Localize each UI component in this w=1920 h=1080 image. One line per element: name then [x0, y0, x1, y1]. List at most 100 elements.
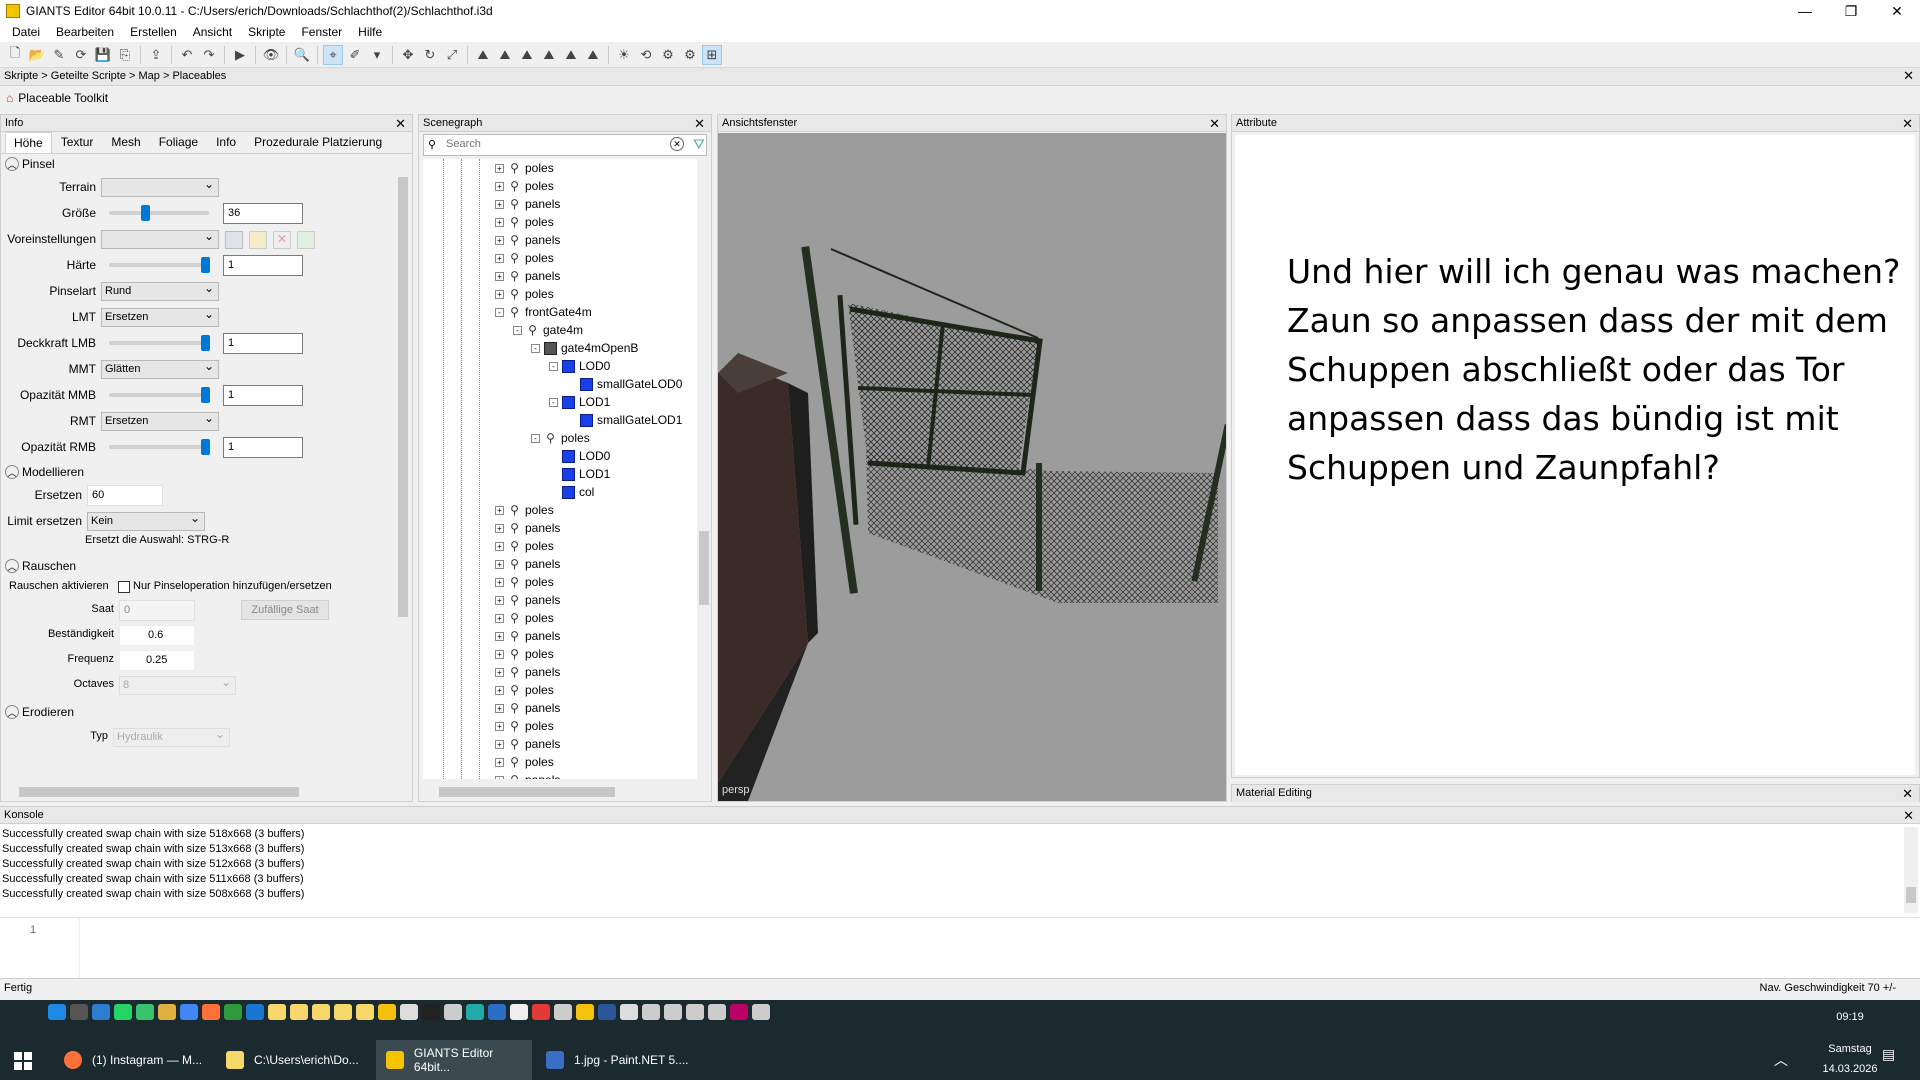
folder-icon[interactable]	[356, 1004, 374, 1020]
close-window-button[interactable]: ✕	[1874, 3, 1920, 20]
folder-icon[interactable]	[334, 1004, 352, 1020]
close-icon[interactable]: ✕	[1902, 786, 1913, 802]
groesse-input[interactable]: 36	[223, 203, 303, 224]
expand-toggle-icon[interactable]: +	[495, 523, 504, 533]
terrain-tool-3-icon[interactable]: ⛰	[517, 45, 537, 65]
tree-item[interactable]: - LOD0	[549, 357, 610, 375]
app-icon[interactable]	[444, 1004, 462, 1020]
console-scrollbar[interactable]	[1904, 827, 1918, 913]
close-icon[interactable]: ✕	[1903, 68, 1914, 84]
whatsapp-icon[interactable]	[114, 1004, 132, 1020]
tree-item[interactable]: + ⚲ panels	[495, 267, 560, 285]
haerte-slider[interactable]	[109, 263, 209, 267]
expand-toggle-icon[interactable]: -	[531, 343, 540, 353]
tree-item[interactable]: + ⚲ panels	[495, 699, 560, 717]
material-editing-title[interactable]: Material Editing	[1236, 787, 1312, 799]
gear-icon[interactable]: ⚙	[680, 45, 700, 65]
tree-item[interactable]: + ⚲ panels	[495, 663, 560, 681]
search-icon[interactable]: 🔍	[292, 45, 312, 65]
terrain-tool-4-icon[interactable]: ⛰	[539, 45, 559, 65]
expand-toggle-icon[interactable]: +	[495, 199, 504, 209]
tree-item[interactable]: + ⚲ panels	[495, 735, 560, 753]
app-icon[interactable]	[664, 1004, 682, 1020]
opazitaet-mmb-slider-thumb[interactable]	[201, 387, 210, 403]
tree-item[interactable]: + ⚲ poles	[495, 249, 554, 267]
close-icon[interactable]: ✕	[694, 116, 705, 132]
expand-toggle-icon[interactable]: +	[495, 559, 504, 569]
expand-toggle-icon[interactable]: +	[495, 721, 504, 731]
groesse-slider-thumb[interactable]	[141, 205, 151, 221]
app-icon[interactable]	[488, 1004, 506, 1020]
limit-ersetzen-select[interactable]: Kein	[87, 511, 205, 531]
opazitaet-mmb-slider[interactable]	[109, 393, 209, 397]
expand-toggle-icon[interactable]: +	[495, 235, 504, 245]
scenegraph-search[interactable]: ⚲ ✕	[423, 134, 707, 156]
app-icon[interactable]	[620, 1004, 638, 1020]
tree-item[interactable]: - LOD1	[549, 393, 610, 411]
notification-icon[interactable]: ▤	[1882, 1046, 1895, 1063]
tree-item[interactable]: + ⚲ panels	[495, 771, 560, 779]
expand-toggle-icon[interactable]: -	[531, 433, 540, 443]
app-icon[interactable]	[642, 1004, 660, 1020]
scenegraph-search-input[interactable]	[446, 138, 666, 150]
app-icon[interactable]	[70, 1004, 88, 1020]
mmt-select[interactable]: Glätten	[101, 359, 219, 379]
deckkraft-slider[interactable]	[109, 341, 209, 345]
expand-toggle-icon[interactable]: +	[495, 739, 504, 749]
close-icon[interactable]: ✕	[1902, 116, 1913, 132]
expand-toggle-icon[interactable]: +	[495, 595, 504, 605]
saat-input[interactable]: 0	[119, 600, 195, 621]
bestaendigkeit-input[interactable]: 0.6	[119, 625, 195, 646]
toolkit-title[interactable]: Placeable Toolkit	[18, 91, 108, 105]
expand-toggle-icon[interactable]: -	[495, 307, 504, 317]
haerte-slider-thumb[interactable]	[201, 257, 210, 273]
app-icon[interactable]	[378, 1004, 396, 1020]
delete-preset-icon[interactable]: ✕	[273, 231, 291, 249]
tree-item[interactable]: + ⚲ poles	[495, 681, 554, 699]
eye-icon[interactable]: 👁	[261, 45, 281, 65]
expand-toggle-icon[interactable]: +	[495, 649, 504, 659]
collapse-icon[interactable]: ︿	[5, 559, 19, 573]
expand-toggle-icon[interactable]: +	[495, 613, 504, 623]
taskbar-item-explorer[interactable]: C:\Users\erich\Do...	[216, 1040, 366, 1080]
lighting-icon[interactable]: ☀	[614, 45, 634, 65]
collapse-icon[interactable]: ︿	[5, 157, 19, 171]
rmt-select[interactable]: Ersetzen	[101, 411, 219, 431]
folder-icon[interactable]	[312, 1004, 330, 1020]
expand-toggle-icon[interactable]: +	[495, 163, 504, 173]
reload-icon[interactable]: ⟲	[636, 45, 656, 65]
app-icon[interactable]	[686, 1004, 704, 1020]
app-icon[interactable]	[576, 1004, 594, 1020]
tree-item[interactable]: + ⚲ poles	[495, 717, 554, 735]
move-icon[interactable]: ✥	[398, 45, 418, 65]
typ-select[interactable]: Hydraulik	[113, 727, 230, 747]
tab-info[interactable]: Info	[207, 131, 245, 153]
app-icon[interactable]	[224, 1004, 242, 1020]
close-icon[interactable]: ✕	[1903, 808, 1914, 824]
select-tool-icon[interactable]: ⌖	[323, 44, 343, 65]
chevron-up-icon[interactable]: ︿	[1774, 1050, 1788, 1070]
tree-item[interactable]: + ⚲ panels	[495, 231, 560, 249]
tab-foliage[interactable]: Foliage	[150, 131, 207, 153]
expand-toggle-icon[interactable]: -	[513, 325, 522, 335]
undo-icon[interactable]: ↶	[177, 45, 197, 65]
opazitaet-rmb-input[interactable]: 1	[223, 437, 303, 458]
minimize-button[interactable]: —	[1782, 3, 1828, 20]
tree-item[interactable]: smallGateLOD1	[567, 411, 682, 429]
folder-icon[interactable]	[268, 1004, 286, 1020]
expand-toggle-icon[interactable]: +	[495, 667, 504, 677]
voreinstellungen-select[interactable]	[101, 229, 219, 249]
scenegraph-horizontal-scrollbar[interactable]	[423, 785, 695, 799]
import-icon[interactable]: ⇪	[146, 45, 166, 65]
filter-icon[interactable]: ⛛	[693, 136, 705, 153]
app-icon[interactable]	[466, 1004, 484, 1020]
save-preset-icon[interactable]	[225, 231, 243, 249]
snap-icon[interactable]: ⊞	[702, 44, 722, 65]
taskbar-item-giants-editor[interactable]: GIANTS Editor 64bit...	[376, 1040, 532, 1080]
firefox-icon[interactable]	[202, 1004, 220, 1020]
expand-toggle-icon[interactable]: +	[495, 289, 504, 299]
tab-hoehe[interactable]: Höhe	[5, 132, 52, 153]
opazitaet-rmb-slider[interactable]	[109, 445, 209, 449]
menu-erstellen[interactable]: Erstellen	[122, 25, 185, 39]
expand-toggle-icon[interactable]: +	[495, 757, 504, 767]
